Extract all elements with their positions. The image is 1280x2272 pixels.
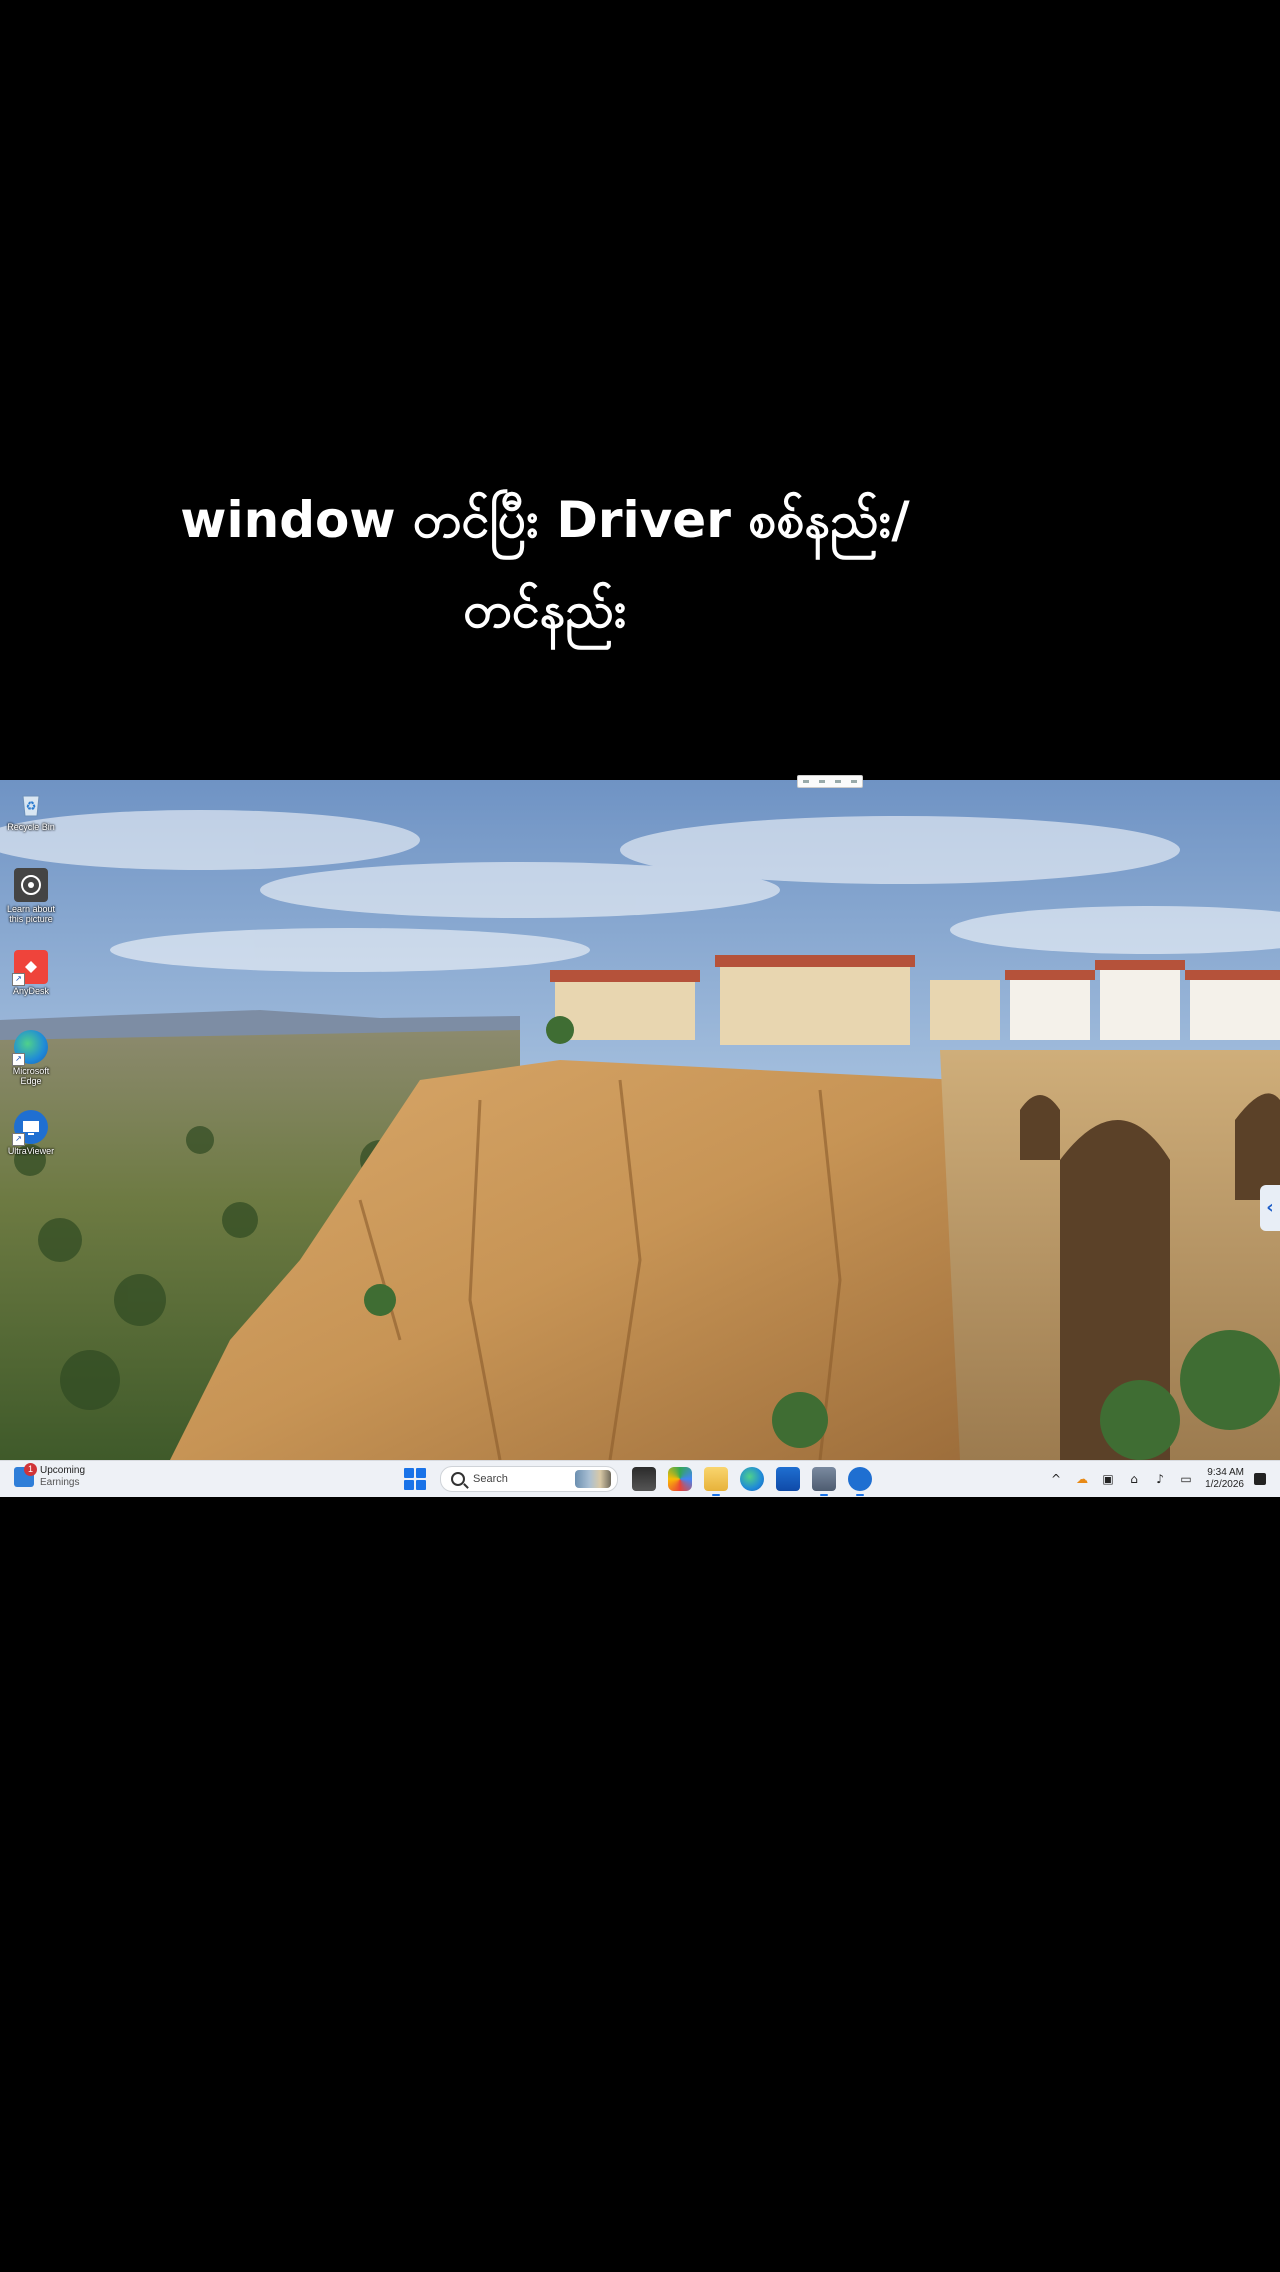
- folder-icon[interactable]: [704, 1467, 728, 1496]
- search-icon: [451, 1472, 465, 1486]
- side-panel-expand-button[interactable]: ‹: [1260, 1185, 1280, 1231]
- notification-badge: 1: [24, 1463, 37, 1476]
- desktop-icon-label: Recycle Bin: [7, 822, 55, 832]
- video-title-line-1: window တင်ပြီး Driver စစ်နည်း/: [180, 491, 910, 549]
- network-icon[interactable]: [812, 1467, 836, 1496]
- store-icon[interactable]: [776, 1467, 800, 1491]
- edge-icon: ↗: [12, 1030, 48, 1066]
- desktop-icon-label: Microsoft Edge: [12, 1066, 50, 1086]
- file-explorer-icon[interactable]: [632, 1467, 656, 1491]
- widget-line-2: Earnings: [40, 1477, 80, 1488]
- ultraviewer-icon[interactable]: [848, 1467, 872, 1496]
- desktop-icon-edge[interactable]: ↗ Microsoft Edge: [4, 1030, 58, 1086]
- widget-line-1: Upcoming: [40, 1465, 86, 1476]
- notification-icon[interactable]: [1254, 1473, 1266, 1485]
- taskbar-search-box[interactable]: Search: [440, 1466, 618, 1492]
- copilot-icon[interactable]: [668, 1467, 692, 1491]
- search-placeholder: Search: [473, 1473, 508, 1485]
- video-title-line-2: တင်နည်း: [463, 581, 627, 639]
- shortcut-arrow-icon: ↗: [12, 1053, 25, 1066]
- network-icon[interactable]: ⌂: [1126, 1471, 1142, 1487]
- volume-icon[interactable]: ♪: [1152, 1471, 1168, 1487]
- clock-date: 1/2/2026: [1205, 1479, 1244, 1490]
- widget-news-icon: 1: [14, 1463, 37, 1487]
- system-tray: ^ ☁ ▣ ⌂ ♪ ▭ 9:34 AM 1/2/2026: [1043, 1461, 1280, 1497]
- shortcut-arrow-icon: ↗: [12, 973, 25, 986]
- start-button[interactable]: [404, 1468, 426, 1490]
- desktop-icon-label: UltraViewer: [7, 1146, 55, 1156]
- desktop-icon-ultraviewer[interactable]: ↗ UltraViewer: [4, 1110, 58, 1156]
- camera-icon: [14, 868, 48, 902]
- desktop-icon-recycle-bin[interactable]: ♻ Recycle Bin: [4, 786, 58, 832]
- taskbar-clock[interactable]: 9:34 AM 1/2/2026: [1205, 1467, 1244, 1491]
- desktop-icon-learn-picture[interactable]: Learn about this picture: [4, 868, 58, 924]
- onedrive-icon[interactable]: ☁: [1074, 1471, 1090, 1487]
- widgets-button[interactable]: 1 Upcoming Earnings: [14, 1463, 86, 1489]
- shortcut-arrow-icon: ↗: [12, 1133, 25, 1146]
- top-toolbar-handle[interactable]: [797, 775, 863, 788]
- ultraviewer-icon: ↗: [12, 1110, 48, 1146]
- desktop-icon-label: Learn about this picture: [6, 904, 56, 924]
- desktop-icon-anydesk[interactable]: ↗ AnyDesk: [4, 950, 58, 996]
- wallpaper-image: [0, 780, 1280, 1460]
- clock-time: 9:34 AM: [1207, 1467, 1244, 1478]
- edge-icon[interactable]: [740, 1467, 764, 1491]
- search-highlight-image: [575, 1470, 611, 1488]
- display-icon[interactable]: ▣: [1100, 1471, 1116, 1487]
- battery-icon[interactable]: ▭: [1178, 1471, 1194, 1487]
- anydesk-icon: ↗: [12, 950, 48, 986]
- taskbar: 1 Upcoming Earnings Search ^ ☁ ▣ ⌂ ♪ ▭ 9…: [0, 1460, 1280, 1497]
- desktop-wallpaper: [0, 780, 1280, 1460]
- chevron-up-icon[interactable]: ^: [1048, 1471, 1064, 1487]
- desktop-icon-label: AnyDesk: [12, 986, 49, 996]
- svg-text:♻: ♻: [26, 799, 37, 813]
- recycle-bin-icon: ♻: [14, 786, 48, 820]
